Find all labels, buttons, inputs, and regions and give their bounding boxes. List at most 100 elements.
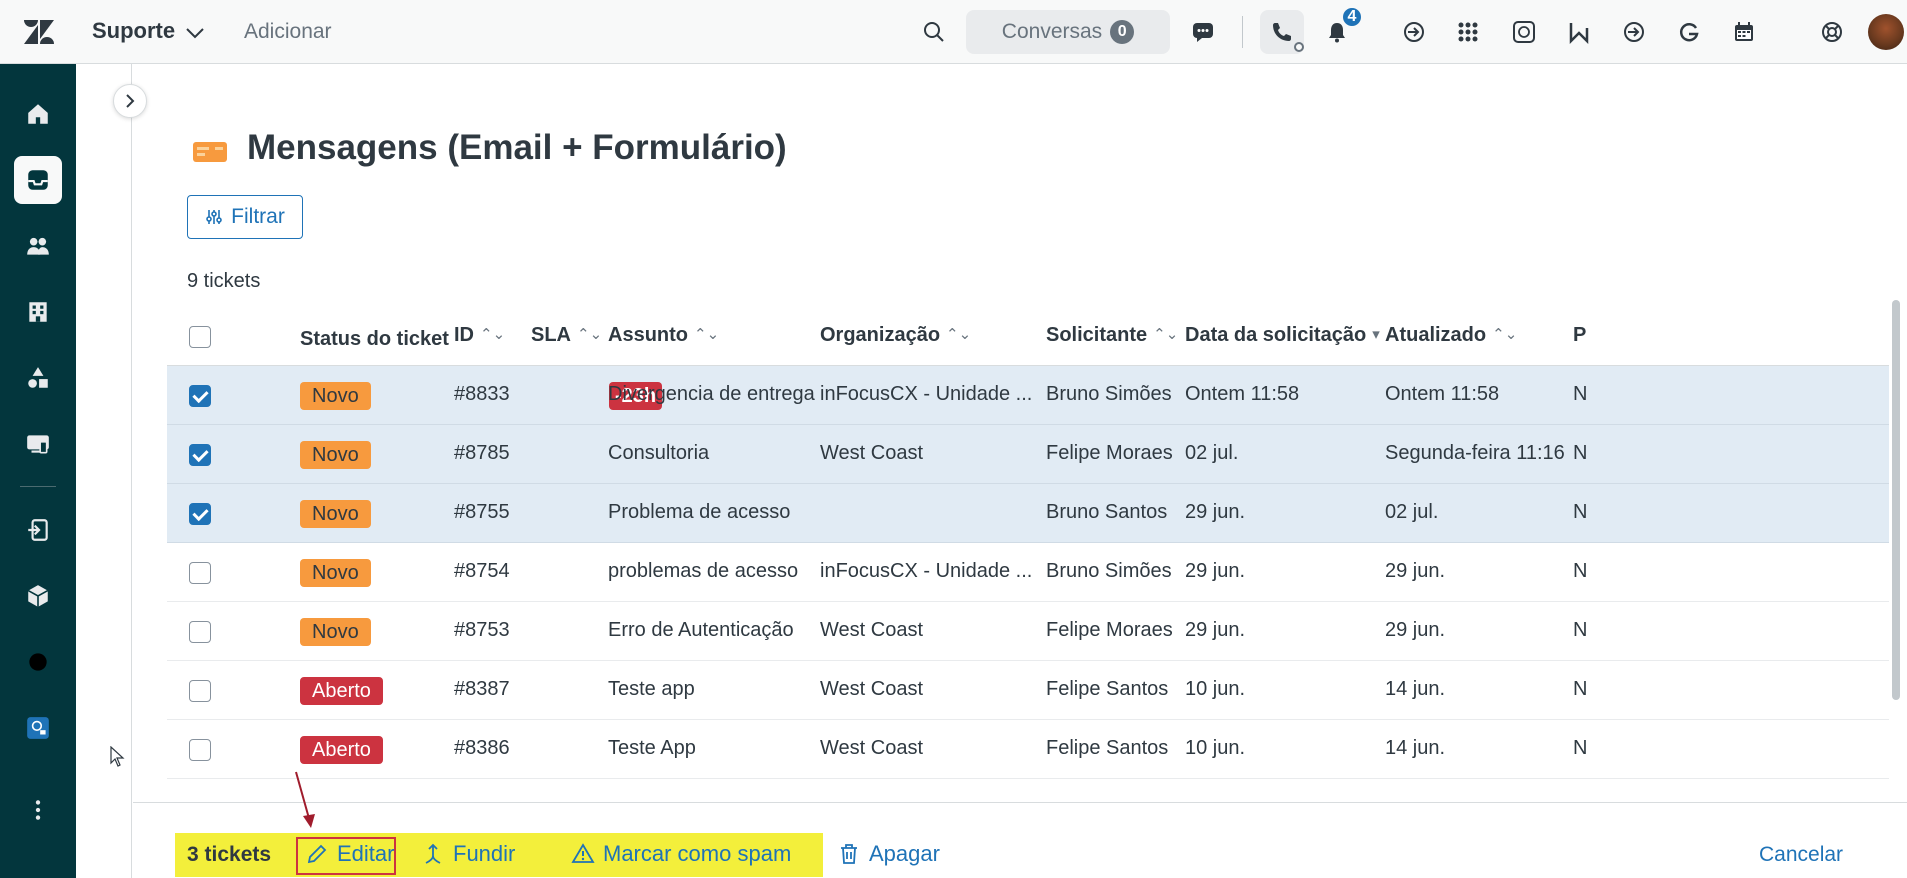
- ticket-organization: inFocusCX - Unidade ...: [820, 560, 1033, 582]
- column-requester[interactable]: Solicitante ⌃⌄: [1046, 324, 1178, 347]
- column-id[interactable]: ID ⌃⌄: [454, 324, 505, 347]
- ticket-updated-date: 14 jun.: [1385, 678, 1446, 700]
- ticket-organization: West Coast: [820, 619, 923, 641]
- ticket-updated-date: Ontem 11:58: [1385, 383, 1500, 405]
- status-badge: Novo: [300, 559, 371, 587]
- ticket-subject[interactable]: Divergencia de entrega: [608, 383, 815, 406]
- table-row[interactable]: Novo #8753 Erro de Autenticação West Coast F…: [167, 602, 1889, 661]
- import-icon: [28, 519, 48, 541]
- nav-views[interactable]: [14, 156, 62, 204]
- cancel-button[interactable]: Cancelar: [1759, 843, 1843, 867]
- nav-home[interactable]: [14, 90, 62, 138]
- nav-app-dot[interactable]: [14, 638, 62, 686]
- ticket-requester: Felipe Moraes: [1046, 619, 1173, 641]
- ticket-subject[interactable]: problemas de acesso: [608, 560, 798, 583]
- nav-customers[interactable]: [14, 222, 62, 270]
- table-scrollbar[interactable]: [1892, 300, 1900, 700]
- column-sla[interactable]: SLA ⌃⌄: [531, 324, 602, 347]
- app-grid-icon[interactable]: [1452, 16, 1484, 48]
- ticket-priority: N: [1573, 737, 1588, 759]
- warning-icon: [571, 843, 595, 863]
- ticket-updated-date: Segunda-feira 11:16: [1385, 442, 1565, 464]
- nav-more[interactable]: [14, 786, 62, 834]
- chat-icon[interactable]: [1187, 16, 1219, 48]
- ticket-organization: inFocusCX - Unidade ...: [820, 383, 1033, 405]
- add-button[interactable]: Adicionar: [244, 20, 332, 44]
- table-row[interactable]: Novo #8833 -23h Divergencia de entrega inFoc…: [167, 366, 1889, 425]
- row-checkbox[interactable]: [189, 739, 211, 761]
- conversations-count: 0: [1110, 20, 1135, 44]
- ticket-id: #8785: [454, 442, 510, 464]
- ticket-subject[interactable]: Teste App: [608, 737, 696, 760]
- ticket-priority: N: [1573, 442, 1588, 464]
- column-requested[interactable]: Data da solicitação ▾: [1185, 324, 1380, 347]
- conversations-label: Conversas: [1001, 20, 1103, 43]
- conversations-button[interactable]: Conversas 0: [966, 10, 1170, 54]
- app-forward-icon[interactable]: [1618, 16, 1650, 48]
- nav-app-import[interactable]: [14, 506, 62, 554]
- table-row[interactable]: Novo #8755 Problema de acesso Bruno Santos 2…: [167, 484, 1889, 543]
- filter-button[interactable]: Filtrar: [187, 195, 303, 239]
- user-avatar[interactable]: [1868, 14, 1904, 50]
- main-content: Mensagens (Email + Formulário) Filtrar 9…: [133, 64, 1907, 878]
- app-g-icon[interactable]: [1673, 16, 1705, 48]
- search-icon[interactable]: [918, 16, 950, 48]
- help-icon[interactable]: [1816, 16, 1848, 48]
- app-w-icon[interactable]: [1563, 16, 1595, 48]
- merge-button[interactable]: Fundir: [421, 841, 515, 867]
- row-checkbox[interactable]: [189, 444, 211, 466]
- table-row[interactable]: Novo #8785 Consultoria West Coast Felipe Mor…: [167, 425, 1889, 484]
- workspace-name[interactable]: Suporte: [92, 18, 175, 44]
- row-checkbox[interactable]: [189, 680, 211, 702]
- ticket-subject[interactable]: Problema de acesso: [608, 501, 790, 524]
- table-row[interactable]: Aberto #8387 Teste app West Coast Felipe San…: [167, 661, 1889, 720]
- phone-button[interactable]: [1260, 10, 1304, 54]
- row-checkbox[interactable]: [189, 385, 211, 407]
- ticket-requested-date: 29 jun.: [1185, 619, 1246, 641]
- edit-button[interactable]: Editar: [305, 841, 394, 867]
- row-checkbox[interactable]: [189, 562, 211, 584]
- column-updated[interactable]: Atualizado ⌃⌄: [1385, 324, 1517, 347]
- calendar-icon[interactable]: [1728, 16, 1760, 48]
- ticket-organization: West Coast: [820, 737, 923, 759]
- home-icon: [28, 104, 48, 124]
- select-all-checkbox[interactable]: [189, 326, 211, 348]
- app-transfer-icon[interactable]: [1398, 16, 1430, 48]
- ticket-requested-date: 10 jun.: [1185, 678, 1246, 700]
- delete-button[interactable]: Apagar: [837, 841, 940, 867]
- ticket-subject[interactable]: Erro de Autenticação: [608, 619, 794, 642]
- users-icon: [27, 237, 49, 255]
- toolbar-divider: [1242, 16, 1243, 48]
- status-badge: Novo: [300, 441, 371, 469]
- circle-icon: [29, 653, 47, 671]
- ticket-updated-date: 14 jun.: [1385, 737, 1446, 759]
- ticket-subject[interactable]: Teste app: [608, 678, 695, 701]
- column-subject[interactable]: Assunto ⌃⌄: [608, 324, 719, 347]
- building-icon: [29, 302, 47, 322]
- shapes-icon: [28, 367, 48, 388]
- column-organization[interactable]: Organização ⌃⌄: [820, 324, 971, 347]
- column-priority[interactable]: P: [1573, 324, 1586, 347]
- column-status[interactable]: Status do ticket: [300, 328, 449, 351]
- table-row[interactable]: Novo #8754 problemas de acesso inFocusCX - …: [167, 543, 1889, 602]
- table-row[interactable]: Aberto #8386 Teste App West Coast Felipe San…: [167, 720, 1889, 779]
- nav-app-blue[interactable]: [14, 704, 62, 752]
- zendesk-logo-icon[interactable]: [24, 18, 54, 46]
- row-checkbox[interactable]: [189, 503, 211, 525]
- ticket-priority: N: [1573, 501, 1588, 523]
- ticket-requester: Felipe Santos: [1046, 737, 1169, 759]
- nav-organizations[interactable]: [14, 288, 62, 336]
- inbox-icon: [28, 170, 48, 190]
- ticket-subject[interactable]: Consultoria: [608, 442, 709, 465]
- whatsapp-icon[interactable]: [1508, 16, 1540, 48]
- ticket-requested-date: 02 jul.: [1185, 442, 1239, 464]
- chevron-down-icon[interactable]: [184, 22, 206, 44]
- ticket-priority: N: [1573, 619, 1588, 641]
- nav-reporting[interactable]: [14, 354, 62, 402]
- nav-workspaces[interactable]: [14, 420, 62, 468]
- sort-icon: ⌃⌄: [946, 326, 972, 343]
- mark-spam-button[interactable]: Marcar como spam: [571, 841, 791, 867]
- row-checkbox[interactable]: [189, 621, 211, 643]
- nav-app-box[interactable]: [14, 572, 62, 620]
- ticket-requested-date: 29 jun.: [1185, 501, 1246, 523]
